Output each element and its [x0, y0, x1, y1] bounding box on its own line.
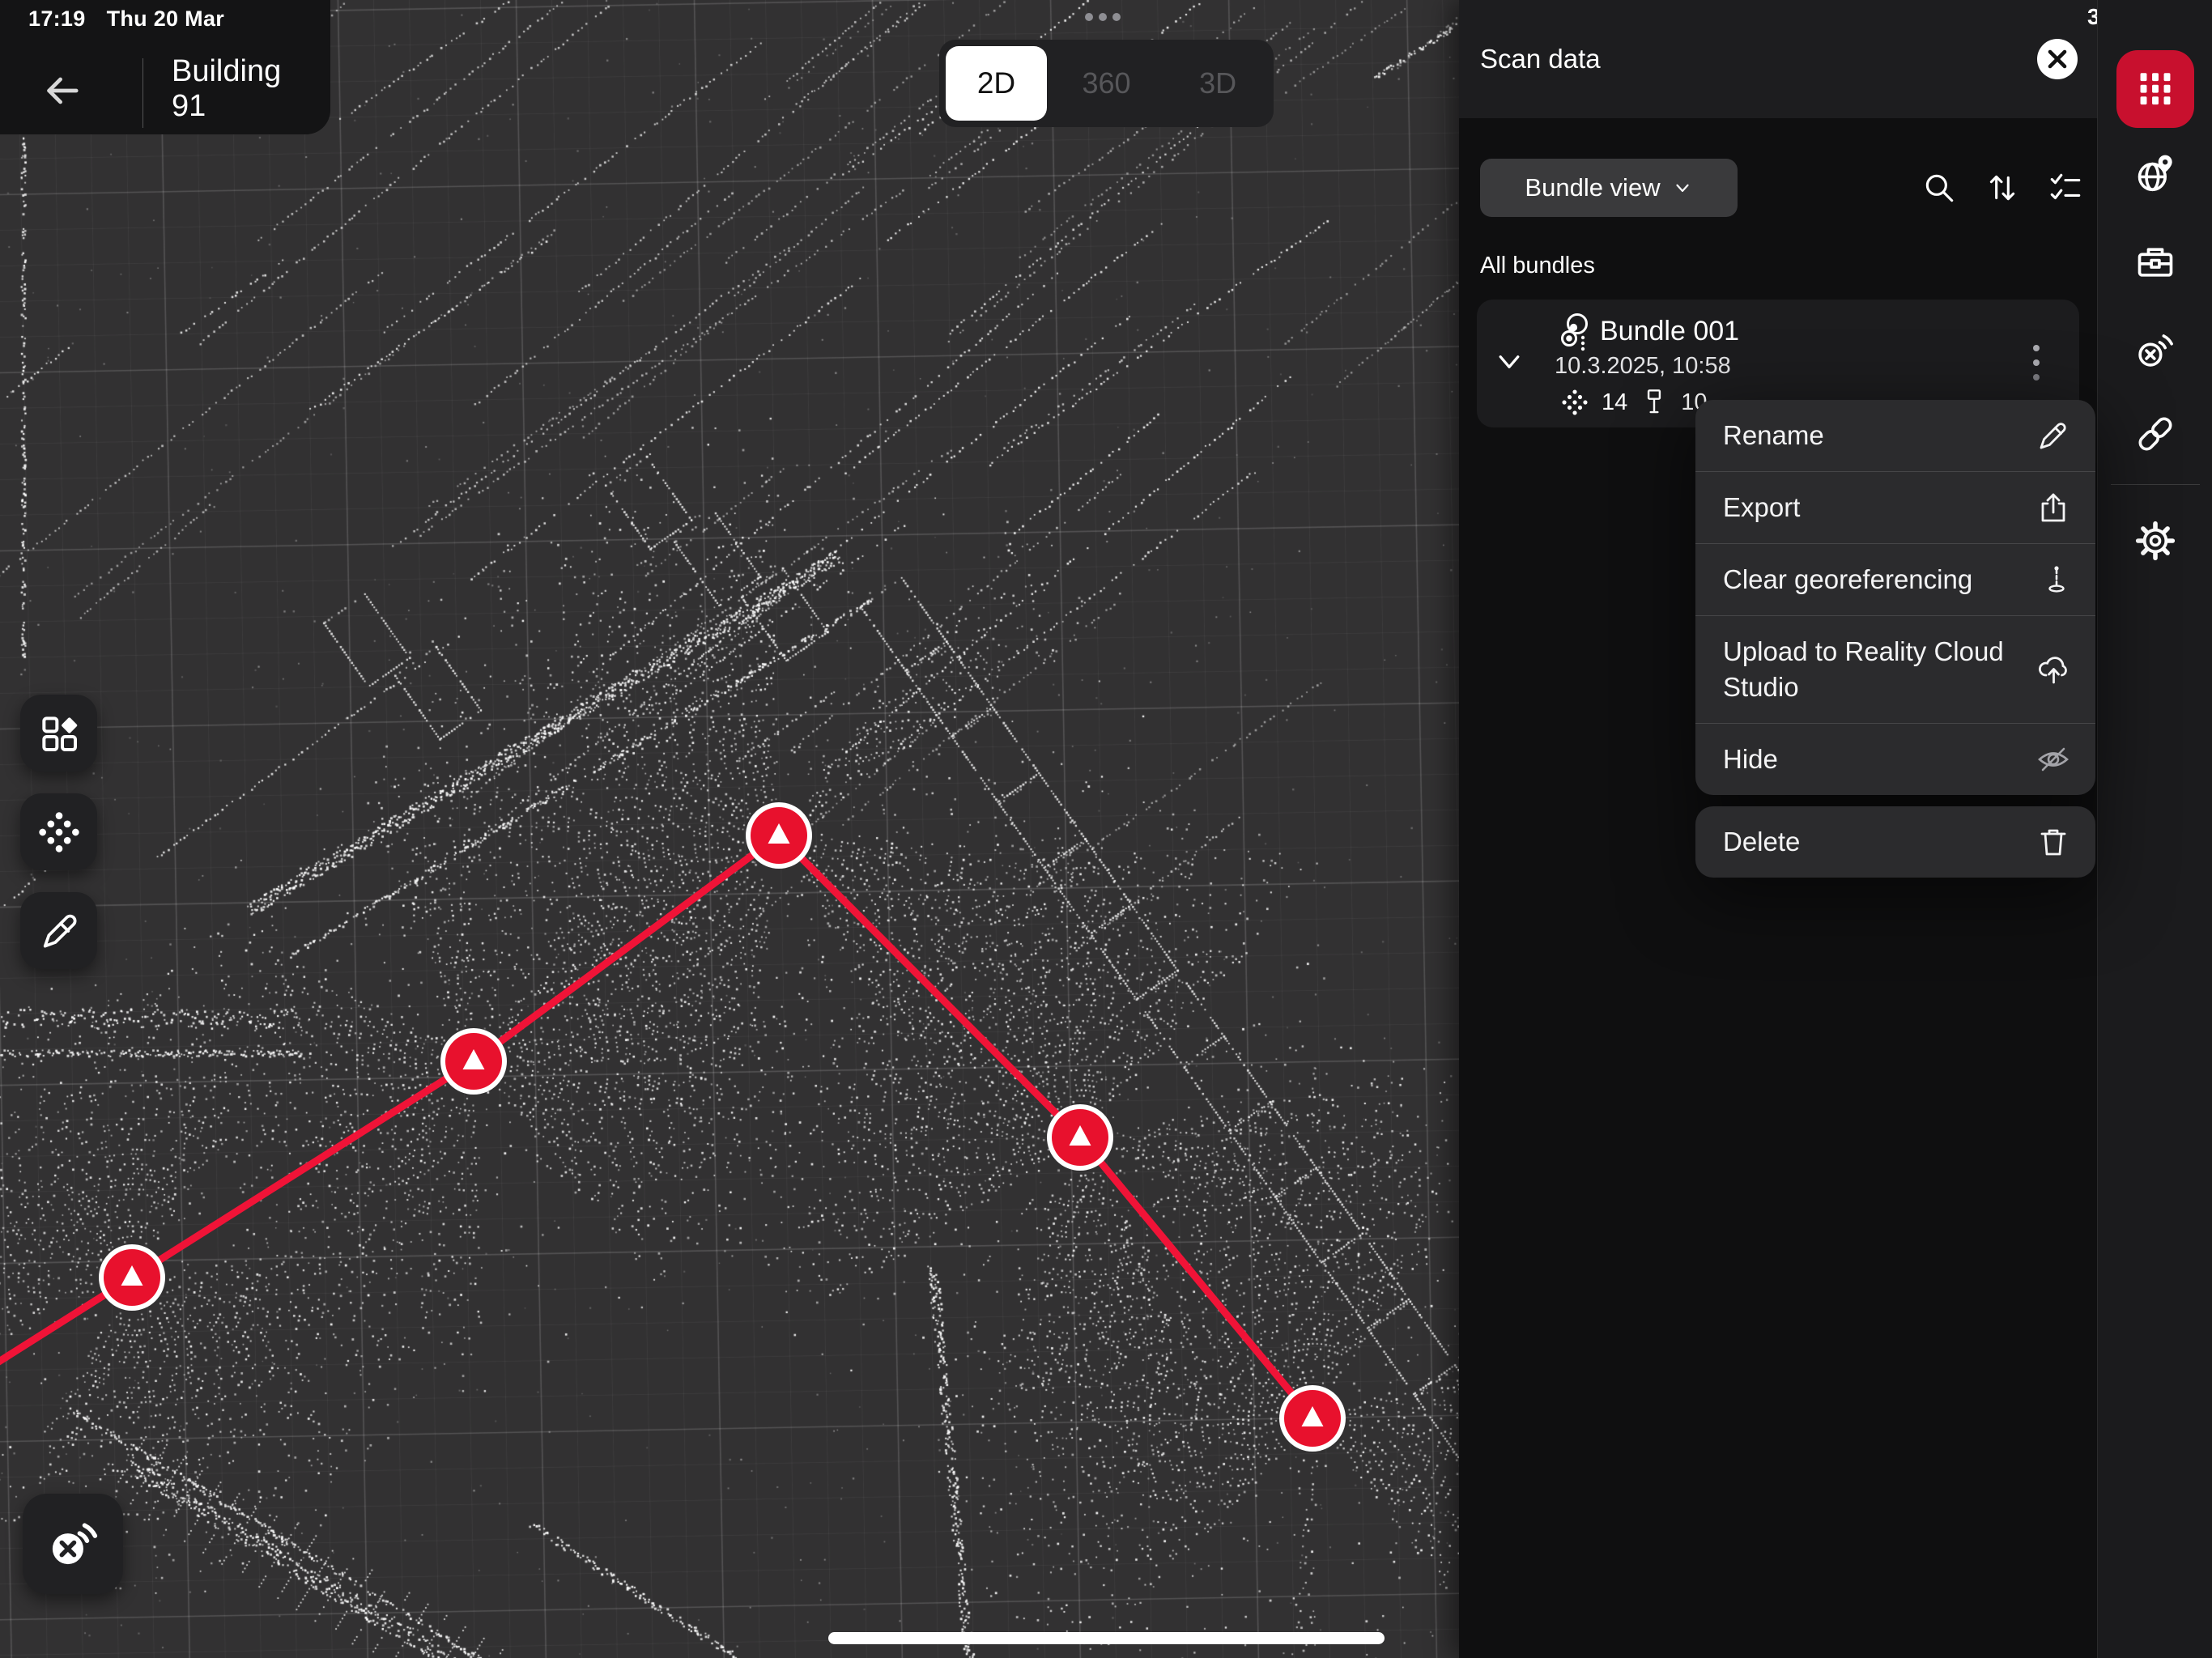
tab-2d-selected[interactable]: 2D — [946, 46, 1047, 121]
scan-position-marker[interactable] — [746, 802, 812, 869]
settings-gear-icon[interactable] — [2133, 518, 2178, 563]
status-date: Thu 20 Mar — [107, 6, 225, 32]
scan-count: 14 — [1602, 389, 1627, 416]
scan-position-marker[interactable] — [1279, 1385, 1346, 1452]
shapes-tool-button[interactable] — [20, 695, 97, 772]
search-icon[interactable] — [1921, 169, 1958, 206]
back-button[interactable] — [39, 68, 84, 113]
panel-title: Scan data — [1480, 0, 1601, 118]
globe-location-icon[interactable] — [2133, 152, 2178, 198]
scan-data-apps-button[interactable] — [2116, 50, 2194, 128]
link-icon[interactable] — [2133, 411, 2178, 457]
home-indicator[interactable] — [828, 1632, 1385, 1644]
cloud-upload-icon — [2035, 652, 2071, 687]
sort-icon[interactable] — [1984, 169, 2021, 206]
menu-item-clear-georeferencing[interactable]: Clear georeferencing — [1695, 543, 2095, 615]
tab-3d[interactable]: 3D — [1162, 66, 1274, 100]
point-cloud-tool-button[interactable] — [20, 793, 97, 870]
bundle-view-label: Bundle view — [1525, 173, 1660, 202]
georeference-icon — [2035, 562, 2071, 597]
close-icon — [2037, 39, 2078, 79]
menu-item-upload-reality-cloud[interactable]: Upload to Reality Cloud Studio — [1695, 615, 2095, 723]
toolbox-icon[interactable] — [2133, 240, 2178, 285]
status-time: 17:19 — [28, 6, 86, 32]
point-cloud-icon — [36, 810, 82, 855]
pencil-icon — [2035, 418, 2071, 453]
chevron-down-icon — [1672, 177, 1693, 198]
point-cloud-icon — [1559, 387, 1590, 418]
page-title: Building 91 — [172, 49, 322, 130]
arrow-left-icon — [39, 68, 84, 113]
apps-grid-icon — [2132, 66, 2179, 113]
ellipsis-handle-icon — [1085, 13, 1093, 21]
eye-off-icon — [2035, 742, 2071, 777]
menu-group-separator — [1695, 795, 2095, 806]
ellipsis-handle-icon — [1099, 13, 1107, 21]
section-label: All bundles — [1480, 253, 1595, 279]
bundle-timestamp: 10.3.2025, 10:58 — [1555, 353, 1731, 380]
scan-position-marker[interactable] — [99, 1244, 165, 1311]
bundle-context-menu: Rename Export Clear georeferencing — [1695, 400, 2095, 878]
measure-tool-button[interactable] — [20, 892, 97, 969]
ellipsis-handle-icon — [1112, 13, 1121, 21]
app-toolbar — [2097, 0, 2212, 1658]
shapes-icon — [36, 711, 82, 756]
menu-item-hide[interactable]: Hide — [1695, 723, 2095, 795]
bundle-icon — [1558, 311, 1602, 355]
export-icon — [2035, 490, 2071, 525]
top-navigation-card: 17:19 Thu 20 Mar Building 91 — [0, 0, 330, 134]
menu-item-export[interactable]: Export — [1695, 471, 2095, 543]
panel-header: Scan data — [1459, 0, 2097, 118]
scalpel-icon — [36, 908, 82, 954]
pin-icon — [1639, 387, 1670, 418]
scan-position-marker[interactable] — [440, 1028, 507, 1095]
status-bar: 17:19 Thu 20 Mar — [28, 6, 224, 32]
bundle-view-selector[interactable]: Bundle view — [1480, 159, 1738, 217]
trash-icon — [2035, 824, 2071, 860]
bundle-name: Bundle 001 — [1600, 316, 1739, 347]
scanner-connection-button[interactable] — [23, 1494, 123, 1594]
close-panel-button[interactable] — [2037, 39, 2078, 79]
checklist-icon[interactable] — [2047, 169, 2084, 206]
scanner-disconnected-icon[interactable] — [2133, 327, 2178, 372]
disclosure-chevron-icon[interactable] — [1495, 351, 1524, 372]
menu-item-delete[interactable]: Delete — [1695, 806, 2095, 878]
ellipsis-vertical-icon[interactable] — [2031, 340, 2042, 389]
tab-360[interactable]: 360 — [1051, 66, 1163, 100]
view-mode-toggle: 2D 2D 360 3D — [939, 40, 1274, 127]
multitask-handle[interactable] — [1085, 13, 1121, 21]
bundle-counts: 14 10 — [1559, 387, 1708, 418]
scan-position-marker[interactable] — [1047, 1104, 1113, 1171]
scanner-disconnected-icon — [45, 1516, 101, 1572]
divider — [2111, 484, 2200, 485]
menu-item-rename[interactable]: Rename — [1695, 400, 2095, 471]
